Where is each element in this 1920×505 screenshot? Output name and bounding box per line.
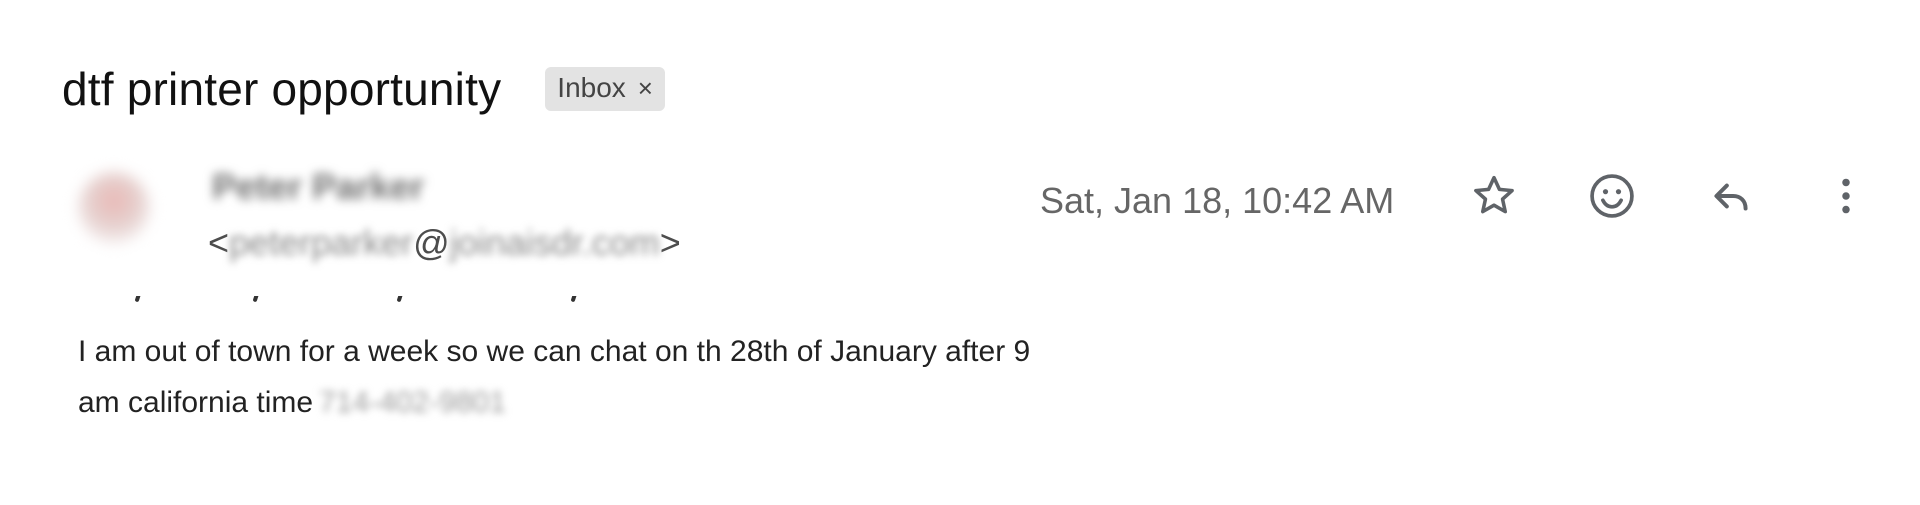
sender-email: <peterparker@joinaisdr.com>	[208, 222, 681, 264]
email-domain: joinaisdr.com	[449, 222, 660, 263]
more-options-button[interactable]	[1818, 168, 1874, 224]
body-line-2: am california time 714-402-9801	[78, 377, 1278, 428]
smiley-icon	[1590, 174, 1634, 218]
email-close-bracket: >	[659, 222, 681, 263]
star-button[interactable]	[1466, 168, 1522, 224]
reply-button[interactable]	[1703, 168, 1759, 224]
subject-row: dtf printer opportunity Inbox ×	[62, 62, 665, 116]
message-body: I am out of town for a week so we can ch…	[78, 326, 1278, 428]
more-vert-icon	[1842, 178, 1850, 214]
label-chip-text: Inbox	[557, 72, 626, 103]
avatar[interactable]	[78, 172, 150, 244]
email-open-bracket: <	[208, 222, 230, 263]
remove-label-icon[interactable]: ×	[638, 75, 653, 101]
body-line-2-text: am california time	[78, 386, 314, 419]
phone-number[interactable]: 714-402-9801	[319, 377, 506, 428]
reply-icon	[1714, 183, 1748, 211]
email-subject: dtf printer opportunity	[62, 63, 502, 115]
email-user: peterparker	[229, 222, 414, 263]
label-chip-inbox[interactable]: Inbox ×	[545, 67, 665, 111]
cut-off-text-line	[78, 296, 598, 306]
email-at: @	[413, 222, 450, 263]
body-line-1: I am out of town for a week so we can ch…	[78, 335, 1031, 368]
message-date: Sat, Jan 18, 10:42 AM	[1040, 180, 1395, 221]
add-reaction-button[interactable]	[1584, 168, 1640, 224]
star-icon	[1474, 175, 1514, 214]
sender-name[interactable]: Peter Parker	[212, 166, 424, 208]
